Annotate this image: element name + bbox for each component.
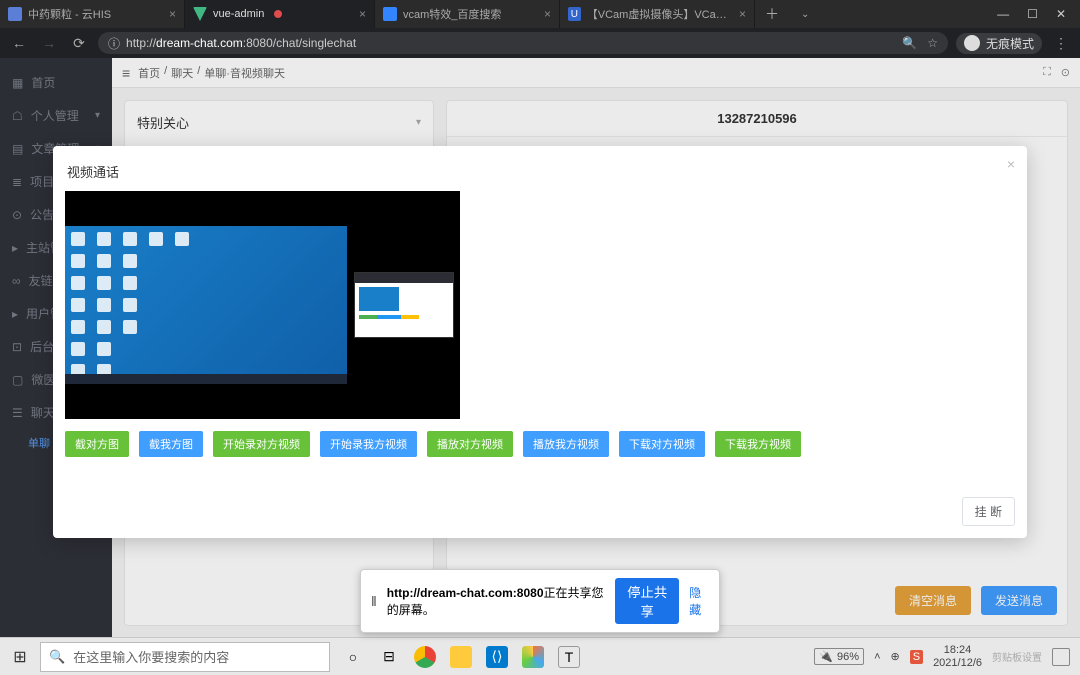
address-bar: ← → ⟳ ⓘ http://dream-chat.com:8080/chat/… [0, 28, 1080, 58]
taskbar-apps: ○ ⊟ ⟨⟩ T [330, 646, 592, 668]
tab-label: 【VCam虚拟摄像头】VCam虚… [587, 6, 733, 22]
window-controls: — ☐ ✕ [983, 7, 1080, 21]
close-icon[interactable]: × [544, 7, 551, 21]
video-call-modal: × 视频通话 [53, 146, 1027, 538]
app-icon[interactable] [522, 646, 544, 668]
clock[interactable]: 18:24 2021/12/6 [933, 644, 982, 668]
maximize-icon[interactable]: ☐ [1027, 7, 1038, 21]
site-info-icon[interactable]: ⓘ [108, 35, 120, 52]
tab-label: 中药颗粒 - 云HIS [28, 6, 111, 22]
bookmark-icon[interactable]: ☆ [927, 36, 938, 50]
close-icon[interactable]: × [169, 7, 176, 21]
url-input[interactable]: ⓘ http://dream-chat.com:8080/chat/single… [98, 32, 948, 54]
browser-tab[interactable]: vcam特效_百度搜索 × [375, 0, 560, 28]
tab-dropdown-icon[interactable]: ⌄ [789, 9, 821, 20]
snap-remote-button[interactable]: 截对方图 [65, 431, 129, 457]
search-icon: 🔍 [49, 649, 65, 665]
local-video[interactable] [347, 191, 460, 419]
remote-video[interactable] [65, 191, 347, 419]
browser-tab[interactable]: vue-admin × [185, 0, 375, 28]
new-tab-button[interactable]: ＋ [755, 4, 789, 24]
recording-icon [274, 10, 282, 18]
reload-icon[interactable]: ⟳ [68, 35, 90, 52]
modal-button-row: 截对方图 截我方图 开始录对方视频 开始录我方视频 播放对方视频 播放我方视频 … [65, 431, 1015, 457]
start-button[interactable]: ⊞ [0, 647, 40, 667]
browser-tab[interactable]: U 【VCam虚拟摄像头】VCam虚… × [560, 0, 755, 28]
play-local-button[interactable]: 播放我方视频 [523, 431, 609, 457]
windows-taskbar: ⊞ 🔍 在这里输入你要搜索的内容 ○ ⊟ ⟨⟩ T 🔌 96% ˄ ⊕ S 18… [0, 637, 1080, 675]
close-icon[interactable]: × [1007, 156, 1015, 172]
ime-icon[interactable]: S [910, 650, 923, 664]
stop-share-button[interactable]: 停止共享 [615, 578, 679, 624]
forward-icon[interactable]: → [38, 35, 60, 51]
text-icon[interactable]: T [558, 646, 580, 668]
notification-icon[interactable] [1052, 648, 1070, 666]
system-tray: 🔌 96% ˄ ⊕ S 18:24 2021/12/6 剪贴板设置 [804, 644, 1080, 668]
close-icon[interactable]: × [739, 7, 746, 21]
hide-share-link[interactable]: 隐藏 [689, 584, 709, 618]
favicon-icon: U [568, 7, 581, 21]
explorer-icon[interactable] [450, 646, 472, 668]
share-indicator-icon: ‖ [371, 593, 377, 609]
screen-share-bar: ‖ http://dream-chat.com:8080正在共享您的屏幕。 停止… [360, 569, 720, 633]
profile-label: 无痕模式 [986, 35, 1034, 52]
taskview-icon[interactable]: ⊟ [378, 646, 400, 668]
snap-local-button[interactable]: 截我方图 [139, 431, 203, 457]
incognito-icon [964, 35, 980, 51]
tab-label: vcam特效_百度搜索 [403, 6, 501, 22]
record-local-button[interactable]: 开始录我方视频 [320, 431, 417, 457]
download-remote-button[interactable]: 下载对方视频 [619, 431, 705, 457]
tray-up-icon[interactable]: ˄ [874, 651, 880, 663]
back-icon[interactable]: ← [8, 35, 30, 51]
desktop-stream [65, 226, 347, 384]
network-icon[interactable]: ⊕ [891, 650, 900, 663]
url-text: http://dream-chat.com:8080/chat/singlech… [126, 36, 356, 50]
search-icon[interactable]: 🔍 [902, 36, 917, 50]
search-placeholder: 在这里输入你要搜索的内容 [73, 647, 229, 666]
browser-menu-icon[interactable]: ⋮ [1050, 35, 1072, 52]
minimize-icon[interactable]: — [997, 7, 1009, 21]
vscode-icon[interactable]: ⟨⟩ [486, 646, 508, 668]
tray-text: 剪贴板设置 [992, 649, 1042, 664]
windows-search-input[interactable]: 🔍 在这里输入你要搜索的内容 [40, 642, 330, 672]
favicon-icon [8, 7, 22, 21]
chrome-icon[interactable] [414, 646, 436, 668]
browser-tab[interactable]: 中药颗粒 - 云HIS × [0, 0, 185, 28]
video-area [65, 191, 460, 419]
play-remote-button[interactable]: 播放对方视频 [427, 431, 513, 457]
tab-label: vue-admin [213, 8, 264, 20]
vue-favicon-icon [193, 7, 207, 21]
browser-tab-strip: 中药颗粒 - 云HIS × vue-admin × vcam特效_百度搜索 × … [0, 0, 1080, 28]
close-icon[interactable]: × [359, 7, 366, 21]
battery-indicator[interactable]: 🔌 96% [814, 648, 864, 665]
baidu-favicon-icon [383, 7, 397, 21]
record-remote-button[interactable]: 开始录对方视频 [213, 431, 310, 457]
cortana-icon[interactable]: ○ [342, 646, 364, 668]
hangup-button[interactable]: 挂 断 [962, 497, 1015, 526]
close-window-icon[interactable]: ✕ [1056, 7, 1066, 21]
download-local-button[interactable]: 下载我方视频 [715, 431, 801, 457]
modal-title: 视频通话 [65, 158, 1015, 191]
profile-chip[interactable]: 无痕模式 [956, 33, 1042, 54]
share-message: http://dream-chat.com:8080正在共享您的屏幕。 [387, 584, 605, 618]
